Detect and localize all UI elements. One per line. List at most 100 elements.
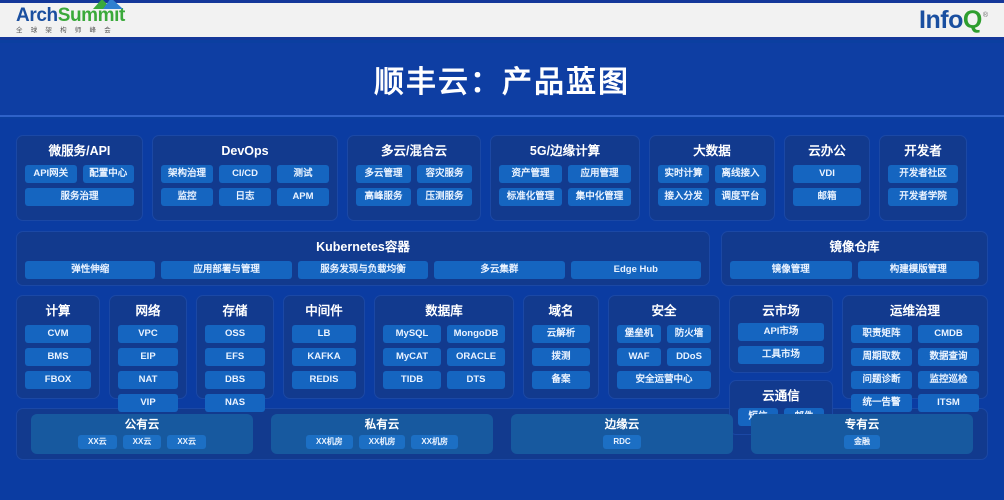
chip-image-management[interactable]: 镜像管理: [730, 261, 852, 279]
chip-lb[interactable]: LB: [292, 325, 356, 343]
chip-kafka[interactable]: KAFKA: [292, 348, 356, 366]
chip-offline-ingest[interactable]: 离线接入: [715, 165, 766, 183]
chip-peak-service[interactable]: 高峰服务: [356, 188, 411, 206]
chip-row: 邮箱: [793, 188, 861, 206]
chip-centralized-management[interactable]: 集中化管理: [568, 188, 631, 206]
chip-application-management[interactable]: 应用管理: [568, 165, 631, 183]
chip-standardized-management[interactable]: 标准化管理: [499, 188, 562, 206]
chip-monitoring[interactable]: 监控: [161, 188, 213, 206]
chip-itsm[interactable]: ITSM: [918, 394, 979, 412]
group-title: 运维治理: [889, 304, 940, 318]
chip-eip[interactable]: EIP: [118, 348, 178, 366]
chip-test[interactable]: 测试: [277, 165, 329, 183]
chip-edge-hub[interactable]: Edge Hub: [570, 261, 702, 279]
chip-waf[interactable]: WAF: [617, 348, 661, 366]
chip-nas[interactable]: NAS: [205, 394, 265, 412]
chip-redis[interactable]: REDIS: [292, 371, 356, 389]
chip-vpc[interactable]: VPC: [118, 325, 178, 343]
chip-multicloud-management[interactable]: 多云管理: [356, 165, 411, 183]
chip-developer-academy[interactable]: 开发者学院: [888, 188, 958, 206]
chip-rdc[interactable]: RDC: [603, 435, 641, 449]
chip-row: MySQL MongoDB: [383, 325, 505, 343]
chip-mongodb[interactable]: MongoDB: [447, 325, 505, 343]
chip-realtime-computing[interactable]: 实时计算: [658, 165, 709, 183]
chip-stress-test-service[interactable]: 压测服务: [417, 188, 472, 206]
chip-public-cloud-1[interactable]: XX云: [77, 435, 117, 449]
chip-dial-test[interactable]: 拨测: [532, 348, 590, 366]
chip-cvm[interactable]: CVM: [25, 325, 91, 343]
deploy-private-cloud[interactable]: 私有云 XX机房 XX机房 XX机房: [271, 414, 493, 454]
chip-bastion-host[interactable]: 堡垒机: [617, 325, 661, 343]
chip-scheduling-platform[interactable]: 调度平台: [715, 188, 766, 206]
chip-api-market[interactable]: API市场: [738, 323, 824, 341]
chip-private-idc-2[interactable]: XX机房: [358, 435, 406, 449]
chip-service-governance[interactable]: 服务治理: [25, 188, 134, 206]
chip-oss[interactable]: OSS: [205, 325, 265, 343]
chip-finance[interactable]: 金融: [844, 435, 880, 449]
chip-private-idc-1[interactable]: XX机房: [305, 435, 353, 449]
chip-ddos[interactable]: DDoS: [667, 348, 711, 366]
chip-firewall[interactable]: 防火墙: [667, 325, 711, 343]
chip-list: 资产管理 应用管理 标准化管理 集中化管理: [499, 165, 631, 206]
chip-service-discovery-lb[interactable]: 服务发现与负载均衡: [297, 261, 429, 279]
group-ops-governance: 运维治理 职责矩阵 CMDB 周期取数 数据查询 问题诊断 监控巡检 统一告警 …: [842, 295, 988, 412]
chip-cmdb[interactable]: CMDB: [918, 325, 979, 343]
chip-architecture-governance[interactable]: 架构治理: [161, 165, 213, 183]
chip-disaster-recovery[interactable]: 容灾服务: [417, 165, 472, 183]
chip-mycat[interactable]: MyCAT: [383, 348, 441, 366]
deploy-edge-cloud[interactable]: 边缘云 RDC: [511, 414, 733, 454]
chip-apm[interactable]: APM: [277, 188, 329, 206]
chip-nat[interactable]: NAT: [118, 371, 178, 389]
chip-oracle[interactable]: ORACLE: [447, 348, 505, 366]
chip-vdi[interactable]: VDI: [793, 165, 861, 183]
chip-app-deploy-manage[interactable]: 应用部署与管理: [161, 261, 292, 279]
iaas-layer-row: 计算 CVM BMS FBOX 网络 VPC EIP NAT VIP 存储 OS…: [16, 295, 988, 435]
chip-row: 周期取数 数据查询: [851, 348, 979, 366]
archsummit-subtitle: 全 球 架 构 师 峰 会: [16, 26, 114, 34]
deploy-public-cloud[interactable]: 公有云 XX云 XX云 XX云: [31, 414, 253, 454]
group-title: 网络: [135, 304, 161, 318]
chip-api-gateway[interactable]: API网关: [25, 165, 77, 183]
chip-private-idc-3[interactable]: XX机房: [411, 435, 458, 449]
chip-security-operation-center[interactable]: 安全运营中心: [617, 371, 711, 389]
chip-mysql[interactable]: MySQL: [383, 325, 441, 343]
chip-public-cloud-3[interactable]: XX云: [167, 435, 206, 449]
chip-ingest-distribution[interactable]: 接入分发: [658, 188, 709, 206]
group-title: 5G/边缘计算: [529, 144, 601, 158]
group-database: 数据库 MySQL MongoDB MyCAT ORACLE TIDB DTS: [374, 295, 514, 399]
chip-periodic-data-fetch[interactable]: 周期取数: [851, 348, 912, 366]
chip-config-center[interactable]: 配置中心: [82, 165, 134, 183]
archsummit-arch-text: Arch: [16, 4, 58, 26]
chip-dts[interactable]: DTS: [447, 371, 505, 389]
chip-logging[interactable]: 日志: [219, 188, 271, 206]
chip-asset-management[interactable]: 资产管理: [499, 165, 562, 183]
chip-efs[interactable]: EFS: [205, 348, 265, 366]
chip-fbox[interactable]: FBOX: [25, 371, 91, 389]
chip-list: 多云管理 容灾服务 高峰服务 压测服务: [356, 165, 472, 206]
chip-elastic-scaling[interactable]: 弹性伸缩: [25, 261, 156, 279]
chip-public-cloud-2[interactable]: XX云: [122, 435, 162, 449]
chip-cloud-dns[interactable]: 云解析: [532, 325, 590, 343]
chip-bms[interactable]: BMS: [25, 348, 91, 366]
chip-tidb[interactable]: TIDB: [383, 371, 441, 389]
chip-responsibility-matrix[interactable]: 职责矩阵: [851, 325, 912, 343]
chip-cicd[interactable]: CI/CD: [219, 165, 271, 183]
archsummit-wordmark: ArchSummit: [16, 0, 125, 26]
chip-tool-market[interactable]: 工具市场: [738, 346, 824, 364]
chip-multicloud-cluster[interactable]: 多云集群: [434, 261, 565, 279]
chip-problem-diagnosis[interactable]: 问题诊断: [851, 371, 912, 389]
chip-developer-community[interactable]: 开发者社区: [888, 165, 958, 183]
chip-row: 监控 日志 APM: [161, 188, 329, 206]
chip-vip[interactable]: VIP: [118, 394, 178, 412]
chip-unified-alarm[interactable]: 统一告警: [851, 394, 912, 412]
container-layer-row: Kubernetes容器 弹性伸缩 应用部署与管理 服务发现与负载均衡 多云集群…: [16, 231, 988, 286]
chip-dbs[interactable]: DBS: [205, 371, 265, 389]
chip-build-template-management[interactable]: 构建模版管理: [857, 261, 979, 279]
chip-mailbox[interactable]: 邮箱: [793, 188, 861, 206]
group-middleware: 中间件 LB KAFKA REDIS: [283, 295, 365, 399]
chip-monitoring-inspection[interactable]: 监控巡检: [918, 371, 979, 389]
deploy-dedicated-cloud[interactable]: 专有云 金融: [751, 414, 973, 454]
chip-row: 标准化管理 集中化管理: [499, 188, 631, 206]
chip-data-query[interactable]: 数据查询: [918, 348, 979, 366]
chip-icp-filing[interactable]: 备案: [532, 371, 590, 389]
